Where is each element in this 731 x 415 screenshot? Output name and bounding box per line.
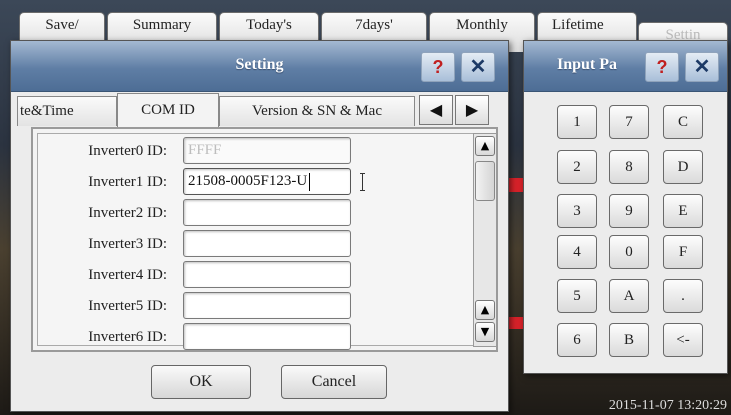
inverter0-id-field[interactable]: FFFF bbox=[183, 137, 351, 164]
inverter4-id-field[interactable] bbox=[183, 261, 351, 288]
inverter-row: Inverter4 ID: bbox=[38, 260, 458, 290]
ok-button[interactable]: OK bbox=[151, 365, 251, 399]
key-e[interactable]: E bbox=[663, 194, 703, 228]
key-d[interactable]: D bbox=[663, 150, 703, 184]
key-2[interactable]: 2 bbox=[557, 150, 597, 184]
datetime-display: 2015-11-07 13:20:29 bbox=[608, 398, 727, 413]
arrow-down-icon: ▼ bbox=[480, 325, 490, 338]
inverter-row: Inverter5 ID: bbox=[38, 291, 458, 321]
tab-date-time[interactable]: te&Time bbox=[17, 96, 117, 126]
key-b[interactable]: B bbox=[609, 323, 649, 357]
input-panel: Input Pa ? ✕ 1 7 C 2 8 D 3 9 E 4 0 F 5 A… bbox=[523, 40, 728, 374]
key-9[interactable]: 9 bbox=[609, 194, 649, 228]
inverter4-label: Inverter4 ID: bbox=[88, 267, 167, 283]
arrow-left-icon: ◀ bbox=[429, 100, 443, 119]
key-8[interactable]: 8 bbox=[609, 150, 649, 184]
inverter-row: Inverter1 ID: 21508-0005F123-U bbox=[38, 167, 458, 197]
inverter1-label: Inverter1 ID: bbox=[88, 174, 167, 190]
inverter-id-list: Inverter0 ID: FFFF Inverter1 ID: 21508-0… bbox=[37, 133, 492, 350]
arrow-right-icon: ▶ bbox=[465, 100, 479, 119]
scroll-up-button-lower[interactable]: ▲ bbox=[475, 300, 495, 320]
close-icon: ✕ bbox=[693, 56, 711, 78]
setting-tab-row: te&Time COM ID Version & SN & Mac ◀ ▶ bbox=[11, 93, 508, 127]
inverter6-label: Inverter6 ID: bbox=[88, 329, 167, 345]
tab-prev-button[interactable]: ◀ bbox=[419, 95, 453, 125]
arrow-up-icon: ▲ bbox=[480, 303, 490, 316]
tab-next-button[interactable]: ▶ bbox=[455, 95, 489, 125]
setting-dialog-titlebar[interactable]: Setting ? ✕ bbox=[11, 41, 508, 92]
key-dot[interactable]: . bbox=[663, 279, 703, 313]
close-icon: ✕ bbox=[469, 56, 487, 78]
inverter-row: Inverter2 ID: bbox=[38, 198, 458, 228]
key-5[interactable]: 5 bbox=[557, 279, 597, 313]
text-caret bbox=[309, 172, 311, 191]
tab-version-sn-mac[interactable]: Version & SN & Mac bbox=[219, 96, 415, 126]
com-id-panel: Inverter0 ID: FFFF Inverter1 ID: 21508-0… bbox=[31, 127, 498, 352]
input-panel-titlebar[interactable]: Input Pa ? ✕ bbox=[524, 41, 727, 92]
inverter-row: Inverter3 ID: bbox=[38, 229, 458, 259]
key-f[interactable]: F bbox=[663, 235, 703, 269]
help-button[interactable]: ? bbox=[421, 52, 455, 82]
inverter0-label: Inverter0 ID: bbox=[88, 143, 167, 159]
key-7[interactable]: 7 bbox=[609, 105, 649, 139]
arrow-up-icon: ▲ bbox=[480, 139, 490, 152]
key-c[interactable]: C bbox=[663, 105, 703, 139]
input-panel-close-button[interactable]: ✕ bbox=[685, 52, 719, 82]
vertical-scrollbar[interactable]: ▲ ▲ ▼ bbox=[473, 133, 497, 347]
key-0[interactable]: 0 bbox=[609, 235, 649, 269]
inverter5-id-field[interactable] bbox=[183, 292, 351, 319]
key-6[interactable]: 6 bbox=[557, 323, 597, 357]
input-panel-help-button[interactable]: ? bbox=[645, 52, 679, 82]
inverter5-label: Inverter5 ID: bbox=[88, 298, 167, 314]
key-3[interactable]: 3 bbox=[557, 194, 597, 228]
tab-com-id[interactable]: COM ID bbox=[117, 93, 219, 127]
setting-dialog: Setting ? ✕ te&Time COM ID Version & SN … bbox=[10, 40, 509, 412]
inverter3-id-field[interactable] bbox=[183, 230, 351, 257]
key-backspace[interactable]: <- bbox=[663, 323, 703, 357]
inverter-row: Inverter6 ID: bbox=[38, 322, 458, 352]
inverter2-label: Inverter2 ID: bbox=[88, 205, 167, 221]
scroll-thumb[interactable] bbox=[475, 161, 495, 201]
key-4[interactable]: 4 bbox=[557, 235, 597, 269]
key-1[interactable]: 1 bbox=[557, 105, 597, 139]
cancel-button[interactable]: Cancel bbox=[281, 365, 387, 399]
inverter-row: Inverter0 ID: FFFF bbox=[38, 136, 458, 166]
scroll-down-button[interactable]: ▼ bbox=[475, 322, 495, 342]
inverter2-id-field[interactable] bbox=[183, 199, 351, 226]
close-button[interactable]: ✕ bbox=[461, 52, 495, 82]
ibeam-cursor-icon bbox=[358, 173, 366, 191]
inverter3-label: Inverter3 ID: bbox=[88, 236, 167, 252]
input-panel-title: Input Pa bbox=[557, 56, 618, 73]
inverter1-id-field[interactable]: 21508-0005F123-U bbox=[183, 168, 351, 195]
inverter6-id-field[interactable] bbox=[183, 323, 351, 350]
key-a[interactable]: A bbox=[609, 279, 649, 313]
question-icon: ? bbox=[432, 57, 444, 77]
inverter1-id-value: 21508-0005F123-U bbox=[188, 173, 308, 189]
scroll-up-button[interactable]: ▲ bbox=[475, 136, 495, 156]
question-icon: ? bbox=[656, 57, 668, 77]
